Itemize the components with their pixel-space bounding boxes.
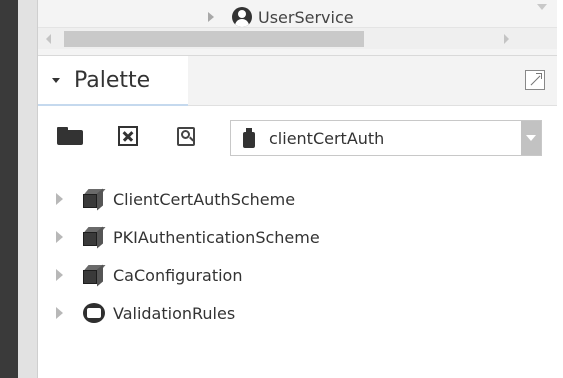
select-value: clientCertAuth [269, 128, 385, 148]
jar-icon [243, 128, 255, 148]
palette-header: Palette [38, 56, 557, 106]
folder-round-icon [83, 303, 105, 323]
scroll-left-arrow-icon[interactable] [46, 34, 51, 44]
tree-item-label: ClientCertAuthScheme [113, 189, 296, 209]
user-icon [232, 7, 252, 27]
close-box-icon [118, 126, 138, 146]
left-dark-strip [0, 0, 18, 378]
expand-arrow-icon[interactable] [208, 12, 214, 22]
open-palette-button[interactable] [56, 122, 84, 150]
scroll-right-arrow-icon[interactable] [504, 34, 509, 44]
tree-item-userservice[interactable]: UserService [208, 6, 354, 28]
tree-item-clientcertauthscheme[interactable]: ClientCertAuthScheme [38, 180, 557, 218]
tree-item-label: CaConfiguration [113, 265, 243, 285]
collapse-caret-icon[interactable] [52, 77, 60, 83]
palette-tab[interactable]: Palette [38, 56, 188, 106]
palette-tree: ClientCertAuthScheme PKIAuthenticationSc… [38, 180, 557, 332]
find-palette-button[interactable] [172, 122, 200, 150]
palette-module-select[interactable]: clientCertAuth [230, 120, 542, 156]
palette-panel: Palette clientCertAuth ClientCertAuthSch… [38, 55, 557, 378]
expand-arrow-icon[interactable] [56, 231, 63, 243]
maximize-icon[interactable] [525, 70, 545, 90]
expand-arrow-icon[interactable] [56, 307, 63, 319]
palette-title: Palette [74, 67, 151, 93]
cube-icon [83, 188, 106, 211]
cube-icon [83, 226, 106, 249]
expand-arrow-icon[interactable] [56, 269, 63, 281]
palette-toolbar: clientCertAuth [38, 114, 557, 158]
tree-item-caconfiguration[interactable]: CaConfiguration [38, 256, 557, 294]
left-gutter [18, 0, 38, 378]
cube-icon [83, 264, 106, 287]
horizontal-scrollbar[interactable] [38, 27, 557, 49]
tree-item-label: ValidationRules [113, 303, 236, 323]
tree-item-label: UserService [258, 7, 354, 27]
close-palette-button[interactable] [114, 122, 142, 150]
folder-icon [57, 127, 83, 145]
expand-arrow-icon[interactable] [56, 193, 63, 205]
tree-item-validationrules[interactable]: ValidationRules [38, 294, 557, 332]
scroll-up-arrow-icon[interactable] [537, 4, 547, 10]
tree-item-label: PKIAuthenticationScheme [113, 227, 320, 247]
scrollbar-thumb[interactable] [64, 31, 364, 47]
dropdown-arrow-icon[interactable] [521, 121, 541, 155]
tree-item-pkiauthenticationscheme[interactable]: PKIAuthenticationScheme [38, 218, 557, 256]
find-icon [175, 125, 197, 147]
